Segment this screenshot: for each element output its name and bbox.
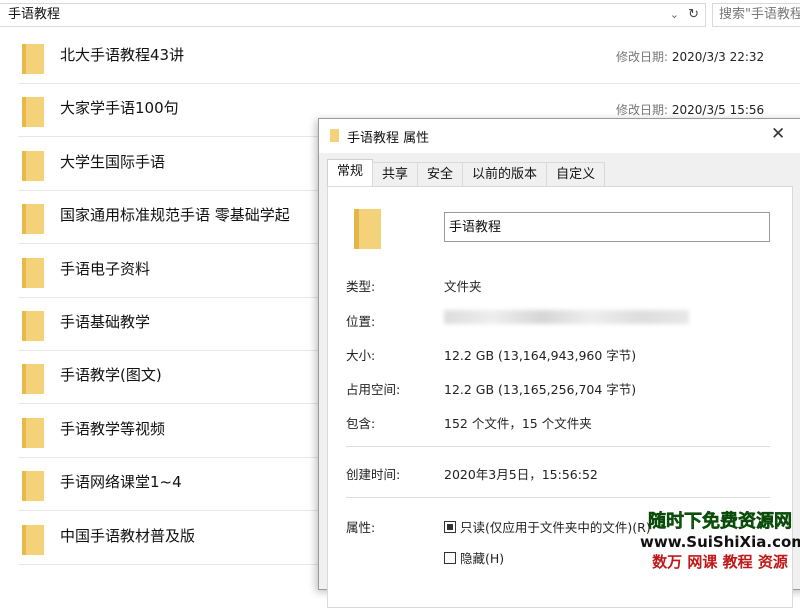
size-on-disk-value: 12.2 GB (13,165,256,704 字节) [444, 382, 637, 397]
folder-row[interactable]: 北大手语教程43讲 修改日期: 2020/3/3 22:32 [18, 30, 800, 84]
checkbox-unchecked[interactable] [444, 552, 456, 564]
size-value: 12.2 GB (13,164,943,960 字节) [444, 348, 637, 363]
folder-icon [22, 44, 44, 74]
folder-name: 北大手语教程43讲 [60, 46, 185, 64]
type-value: 文件夹 [444, 279, 482, 294]
location-value-blurred [444, 310, 689, 324]
watermark-line: 随时下免费资源网 [648, 511, 793, 532]
modified-value: 2020/3/5 15:56 [671, 103, 765, 118]
tab-customize[interactable]: 自定义 [546, 162, 606, 187]
chevron-down-icon[interactable]: ⌄ [670, 4, 679, 26]
tab-bar: 常规 共享 安全 以前的版本 自定义 [327, 159, 606, 187]
folder-icon [22, 204, 44, 235]
search-input[interactable]: 搜索"手语教程" [712, 3, 800, 27]
address-path: 手语教程 [8, 7, 61, 22]
folder-name: 手语教学等视频 [60, 419, 166, 438]
dialog-title: 手语教程 属性 [347, 131, 430, 146]
folder-name: 手语网络课堂1~4 [60, 473, 182, 492]
contains-label: 包含: [346, 416, 376, 431]
folder-name: 手语基础教学 [60, 313, 151, 331]
tab-sharing[interactable]: 共享 [372, 162, 419, 187]
hidden-label: 隐藏(H) [460, 551, 505, 566]
type-label: 类型: [346, 279, 376, 294]
folder-icon [330, 129, 339, 142]
folder-name: 国家通用标准规范手语 零基础学起 [60, 206, 290, 225]
divider [346, 497, 770, 498]
folder-icon [22, 524, 44, 555]
contains-value: 152 个文件，15 个文件夹 [444, 416, 592, 431]
location-label: 位置: [346, 314, 376, 329]
modified-label: 修改日期: [616, 103, 669, 118]
folder-name: 中国手语教材普及版 [60, 526, 196, 545]
watermark-line: 数万 网课 教程 资源 [652, 553, 788, 571]
folder-icon [22, 471, 44, 502]
folder-icon [22, 257, 44, 288]
modified-value: 2020/3/3 22:32 [671, 50, 765, 64]
size-on-disk-label: 占用空间: [346, 382, 401, 397]
folder-icon [22, 417, 44, 448]
attributes-label: 属性: [346, 520, 376, 535]
size-label: 大小: [346, 348, 376, 363]
checkbox-indeterminate[interactable] [444, 521, 456, 533]
watermark-line: www.SuiShiXia.com [640, 533, 800, 551]
tab-previous-versions[interactable]: 以前的版本 [462, 162, 548, 187]
readonly-label: 只读(仅应用于文件夹中的文件)(R) [460, 520, 651, 535]
created-value: 2020年3月5日，15:56:52 [444, 467, 598, 482]
folder-name-input[interactable]: 手语教程 [444, 212, 770, 242]
readonly-checkbox[interactable]: 只读(仅应用于文件夹中的文件)(R) [444, 517, 651, 536]
folder-name: 手语教学(图文) [60, 366, 162, 385]
watermark: 随时下免费资源网 www.SuiShiXia.com 数万 网课 教程 资源 [640, 511, 800, 572]
modified-label: 修改日期: [616, 50, 669, 64]
hidden-checkbox[interactable]: 隐藏(H) [444, 548, 504, 567]
refresh-icon[interactable]: ↻ [688, 4, 699, 26]
modified-date: 修改日期: 2020/3/5 15:56 [616, 101, 764, 118]
address-bar[interactable]: 手语教程 ⌄ ↻ [0, 3, 706, 27]
folder-name: 大学生国际手语 [60, 152, 166, 171]
created-label: 创建时间: [346, 467, 401, 482]
folder-icon [22, 150, 44, 181]
folder-icon [22, 97, 44, 128]
tab-security[interactable]: 安全 [417, 162, 464, 187]
folder-name: 大家学手语100句 [60, 99, 179, 118]
divider [346, 446, 770, 447]
folder-icon [354, 209, 381, 249]
tab-general[interactable]: 常规 [327, 159, 374, 187]
modified-date: 修改日期: 2020/3/3 22:32 [616, 48, 764, 65]
folder-icon [22, 364, 44, 395]
close-icon[interactable]: ✕ [771, 124, 785, 144]
folder-name: 手语电子资料 [60, 259, 151, 278]
dialog-title-bar: 手语教程 属性 ✕ [319, 119, 800, 153]
folder-icon [22, 311, 44, 341]
